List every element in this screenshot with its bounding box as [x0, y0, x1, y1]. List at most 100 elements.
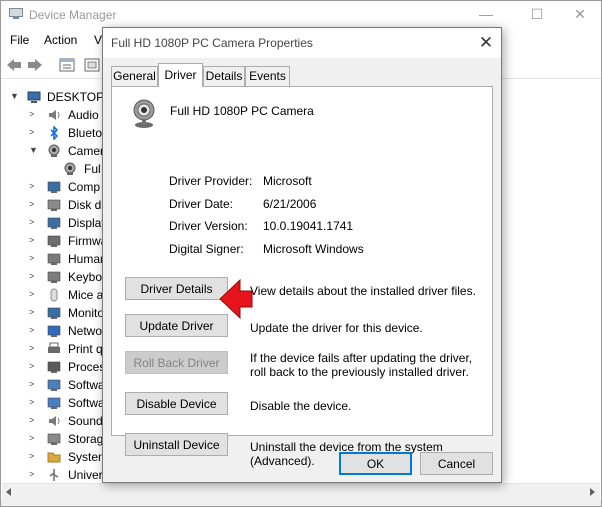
tree-item[interactable]: > Comp	[1, 178, 106, 196]
driver-details-button[interactable]: Driver Details	[125, 277, 228, 300]
collapse-chevron-icon[interactable]: >	[29, 324, 39, 336]
driver-details-description: View details about the installed driver …	[250, 284, 476, 298]
collapse-chevron-icon[interactable]: >	[29, 216, 39, 228]
collapse-chevron-icon[interactable]: >	[29, 126, 39, 138]
collapse-chevron-icon[interactable]: >	[29, 360, 39, 372]
collapse-chevron-icon[interactable]: >	[29, 342, 39, 354]
network-icon	[47, 325, 61, 337]
forward-arrow-icon[interactable]	[26, 56, 44, 74]
tree-item[interactable]: > Storag	[1, 430, 106, 448]
tree-item[interactable]: > Proces	[1, 358, 106, 376]
mouse-icon	[50, 288, 58, 302]
menu-file[interactable]: File	[10, 33, 29, 47]
tree-root-label: DESKTOP-	[47, 90, 106, 104]
menu-view[interactable]: V	[94, 33, 102, 47]
collapse-chevron-icon[interactable]: >	[29, 396, 39, 408]
keyboard-icon	[47, 271, 61, 283]
device-tree: ▼ DESKTOP- > Audio > Blueto ▼ Camer Ful > Comp > D…	[1, 85, 106, 483]
tree-item-label: Proces	[68, 360, 106, 374]
tab-driver[interactable]: Driver	[158, 63, 203, 87]
tree-item-label: Sound	[68, 414, 103, 428]
collapse-chevron-icon[interactable]: >	[29, 468, 39, 480]
collapse-chevron-icon[interactable]: >	[29, 108, 39, 120]
tree-item-label: Audio	[68, 108, 99, 122]
properties-view-icon[interactable]	[58, 56, 76, 74]
status-bar	[1, 500, 601, 506]
update-driver-description: Update the driver for this device.	[250, 321, 423, 335]
scroll-right-icon[interactable]	[588, 488, 596, 496]
tree-item-label: Ful	[84, 162, 101, 176]
disable-device-button[interactable]: Disable Device	[125, 392, 228, 415]
collapse-chevron-icon[interactable]: >	[29, 306, 39, 318]
tree-item-label: Camer	[68, 144, 105, 158]
tree-item[interactable]: > Univer	[1, 466, 106, 483]
tree-item[interactable]: > Print q	[1, 340, 106, 358]
tab-details[interactable]: Details	[203, 66, 245, 86]
tree-item[interactable]: Ful	[1, 160, 106, 178]
dialog-titlebar[interactable]: Full HD 1080P PC Camera Properties ✕	[103, 28, 501, 58]
processor-icon	[47, 361, 61, 373]
tree-item[interactable]: > Human	[1, 250, 106, 268]
collapse-chevron-icon[interactable]: >	[29, 414, 39, 426]
collapse-chevron-icon[interactable]: >	[29, 288, 39, 300]
collapse-chevron-icon[interactable]: >	[29, 234, 39, 246]
tree-root[interactable]: ▼ DESKTOP-	[1, 88, 106, 106]
collapse-chevron-icon[interactable]: >	[29, 252, 39, 264]
collapse-chevron-icon[interactable]: >	[29, 180, 39, 192]
dm-titlebar[interactable]: Device Manager — ☐ ✕	[1, 1, 601, 29]
tree-item-label: System	[68, 450, 106, 464]
dialog-close-icon[interactable]: ✕	[475, 32, 497, 54]
software-icon	[47, 397, 61, 409]
tree-item[interactable]: > Audio	[1, 106, 106, 124]
driver-date-value: 6/21/2006	[263, 197, 317, 211]
collapse-chevron-icon[interactable]: >	[29, 450, 39, 462]
monitor-icon	[47, 181, 61, 193]
tree-item[interactable]: > System	[1, 448, 106, 466]
driver-tab-panel: Full HD 1080P PC Camera Driver Provider:…	[111, 86, 493, 468]
tree-item[interactable]: > Netwo	[1, 322, 106, 340]
tree-item[interactable]: > Monito	[1, 304, 106, 322]
tree-item[interactable]: > Firmwa	[1, 232, 106, 250]
horizontal-scrollbar[interactable]	[2, 483, 600, 500]
collapse-chevron-icon[interactable]: >	[29, 378, 39, 390]
uninstall-device-button[interactable]: Uninstall Device	[125, 433, 228, 456]
tree-item-label: Netwo	[68, 324, 103, 338]
scan-hardware-icon[interactable]	[83, 56, 101, 74]
tab-general[interactable]: General	[111, 66, 158, 86]
tree-item-label: Keybo	[68, 270, 103, 284]
expand-chevron-icon[interactable]: ▼	[29, 144, 39, 156]
expand-chevron-icon[interactable]: ▼	[10, 90, 20, 102]
computer-icon	[27, 91, 41, 103]
maximize-button[interactable]: ☐	[514, 1, 560, 29]
camera-icon	[64, 162, 76, 175]
tree-item-label: Monito	[68, 306, 105, 320]
tree-item[interactable]: > Sound	[1, 412, 106, 430]
webcam-icon	[133, 99, 155, 128]
red-pointer-arrow-icon	[219, 278, 253, 320]
tab-events[interactable]: Events	[245, 66, 290, 86]
back-arrow-icon[interactable]	[5, 56, 23, 74]
dm-title: Device Manager	[29, 8, 117, 22]
tree-item[interactable]: > Keybo	[1, 268, 106, 286]
roll-back-driver-button[interactable]: Roll Back Driver	[125, 351, 228, 374]
tree-item[interactable]: > Blueto	[1, 124, 106, 142]
tree-item[interactable]: > Disk d	[1, 196, 106, 214]
tree-item[interactable]: > Softwa	[1, 394, 106, 412]
tree-item[interactable]: ▼ Camer	[1, 142, 106, 160]
tree-item[interactable]: > Mice a	[1, 286, 106, 304]
tree-item-label: Blueto	[68, 126, 103, 140]
cancel-button[interactable]: Cancel	[420, 452, 493, 475]
tree-item-label: Human	[68, 252, 106, 266]
scroll-left-icon[interactable]	[5, 488, 13, 496]
close-icon[interactable]: ✕	[557, 1, 602, 29]
tree-item[interactable]: > Softwa	[1, 376, 106, 394]
update-driver-button[interactable]: Update Driver	[125, 314, 228, 337]
collapse-chevron-icon[interactable]: >	[29, 270, 39, 282]
minimize-button[interactable]: —	[463, 1, 509, 29]
ok-button[interactable]: OK	[339, 452, 412, 475]
monitor-icon	[47, 217, 61, 229]
tree-item[interactable]: > Display	[1, 214, 106, 232]
collapse-chevron-icon[interactable]: >	[29, 432, 39, 444]
menu-action[interactable]: Action	[44, 33, 77, 47]
collapse-chevron-icon[interactable]: >	[29, 198, 39, 210]
